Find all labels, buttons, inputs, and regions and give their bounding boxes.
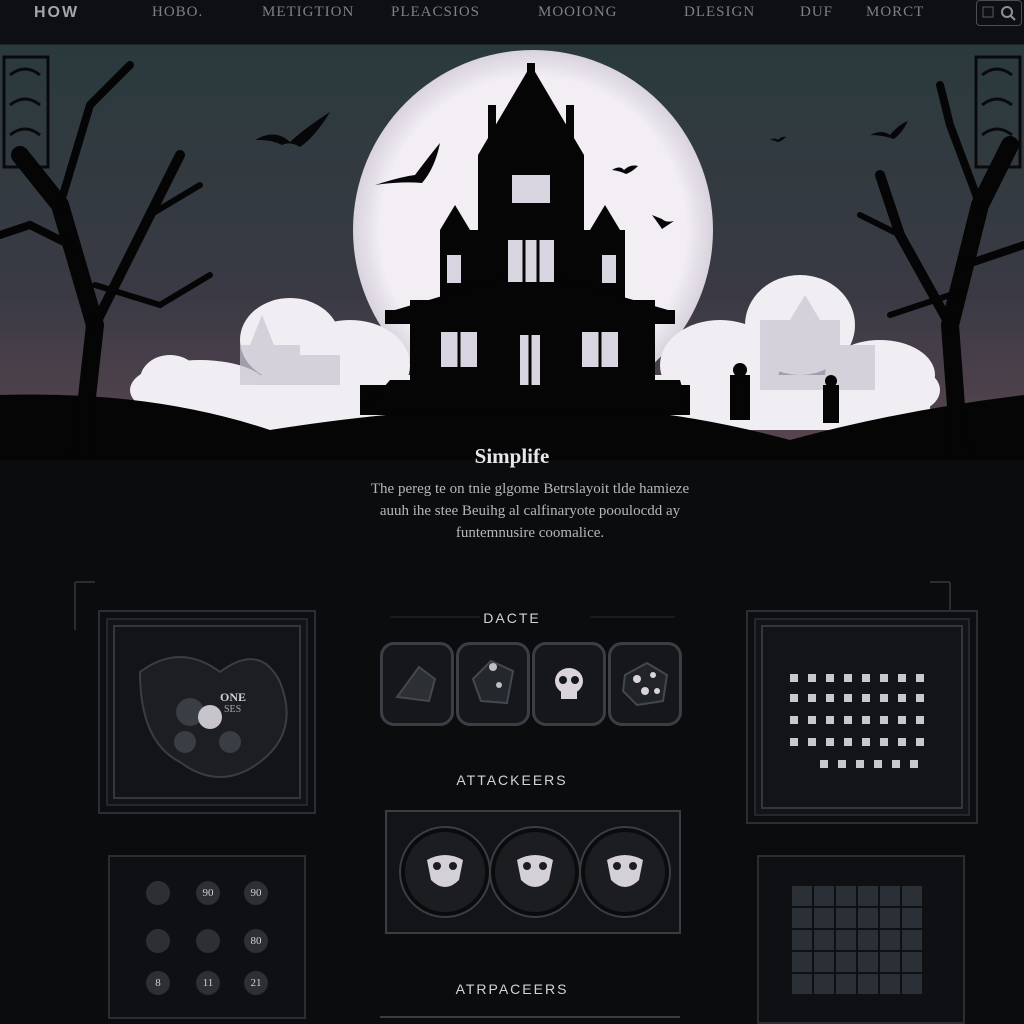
search-icon — [982, 6, 1016, 21]
card-label-bottom: SES — [224, 704, 242, 715]
attackers-frame — [385, 810, 681, 934]
ghoul-face-icon — [427, 855, 463, 887]
attacker-token-3[interactable] — [581, 828, 669, 916]
nav-item-morct[interactable]: MORCT — [866, 4, 924, 21]
bottom-section-title: ATRPACEERS — [455, 981, 569, 997]
nav-item-pleacsios[interactable]: PLEACSIOS — [391, 4, 480, 21]
ghoul-face-icon — [517, 855, 553, 887]
attacker-token-1[interactable] — [401, 828, 489, 916]
card-label-top: ONE — [220, 690, 247, 704]
nav-brand[interactable]: HOW — [34, 4, 79, 22]
ornate-card-right[interactable] — [746, 610, 978, 824]
board-grid-art — [790, 884, 924, 996]
die-slot-4[interactable] — [608, 642, 682, 726]
die-slot-1[interactable] — [380, 642, 454, 726]
d10-die-icon — [471, 659, 515, 705]
skull-icon — [555, 668, 583, 699]
top-navigation: HOW HOBO. METIGTION PLEACSIOS MOOIONG DL… — [0, 0, 1024, 45]
hero-description: The pereg te on tnie glgome Betrslayoit … — [300, 478, 760, 544]
stat-cell[interactable]: 90 — [244, 881, 268, 905]
hero-description-line: auuh ihe stee Beuihg al calfinaryote poo… — [379, 503, 681, 519]
attackers-section-title: ATTACKEERS — [456, 772, 568, 788]
die-slot-3[interactable] — [532, 642, 606, 726]
attacker-token-2[interactable] — [491, 828, 579, 916]
search-button[interactable] — [976, 0, 1022, 26]
stat-cell[interactable] — [146, 929, 170, 953]
nav-item-duf[interactable]: DUF — [800, 4, 833, 21]
bottom-section-frame — [380, 1016, 680, 1024]
nav-item-metigtion[interactable]: METIGTION — [262, 4, 354, 21]
d6-die-icon — [621, 661, 669, 707]
hero-illustration — [0, 45, 1024, 460]
stat-cell[interactable] — [146, 881, 170, 905]
calendar-grid-art — [761, 625, 963, 809]
nav-item-hobo[interactable]: HOBO. — [152, 4, 203, 21]
die-slot-2[interactable] — [456, 642, 530, 726]
nav-item-mooiong[interactable]: MOOIONG — [538, 4, 618, 21]
nav-item-dlesign[interactable]: DLESIGN — [684, 4, 755, 21]
stat-cell[interactable]: 90 — [196, 881, 220, 905]
stat-cell[interactable] — [196, 929, 220, 953]
hero-description-line: funtemnusire coomalice. — [455, 525, 605, 541]
ghoul-face-icon — [607, 855, 643, 887]
board-grid-panel — [757, 855, 965, 1024]
stat-cell[interactable]: 80 — [244, 929, 268, 953]
hero-title: Simplife — [474, 444, 550, 468]
d4-die-icon — [395, 665, 437, 703]
hero-description-line: The pereg te on tnie glgome Betrslayoit … — [370, 481, 690, 497]
